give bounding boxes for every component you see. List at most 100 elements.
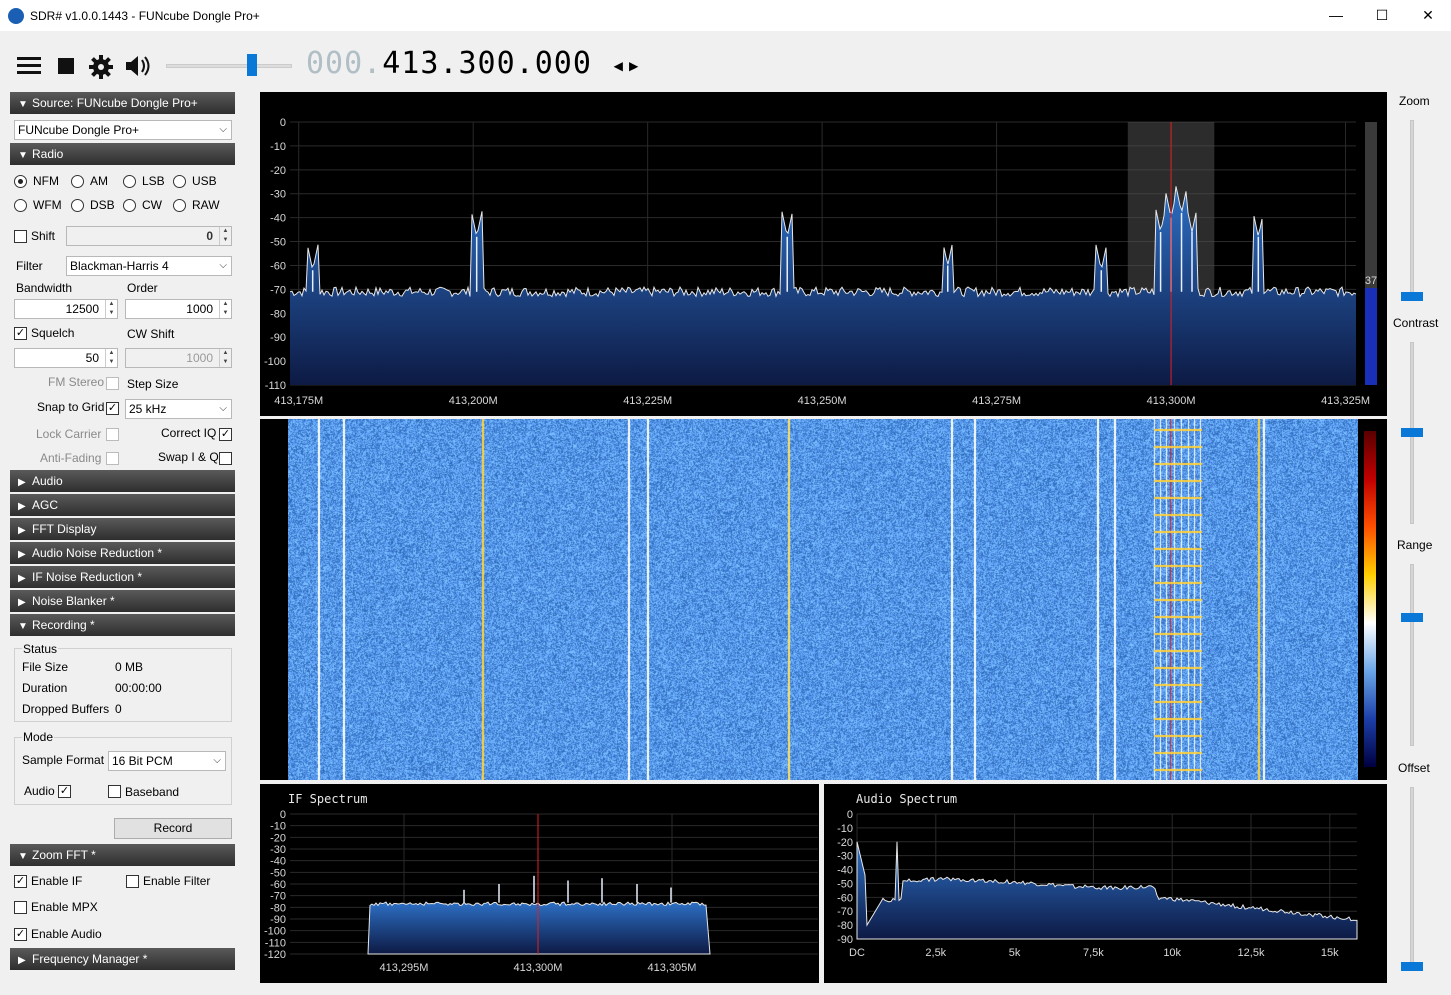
filter-select[interactable]: Blackman-Harris 4 ⌵	[66, 256, 232, 276]
squelch-input[interactable]: 50 ▲ ▼	[14, 348, 118, 368]
y-tick-label: -90	[270, 914, 286, 926]
fm-stereo-checkbox[interactable]	[106, 377, 119, 390]
x-tick-label: 413,305M	[648, 962, 697, 974]
order-input[interactable]: 1000 ▲ ▼	[125, 299, 232, 319]
mode-radio-nfm[interactable]	[14, 175, 27, 188]
source-device-select[interactable]: FUNcube Dongle Pro+ ⌵	[14, 120, 232, 140]
stop-icon[interactable]	[56, 54, 78, 78]
if-spectrum-title: IF Spectrum	[288, 792, 367, 806]
x-tick-label: 15k	[1321, 947, 1339, 959]
volume-slider-thumb[interactable]	[247, 54, 257, 76]
x-tick-label: 413,275M	[972, 395, 1021, 407]
y-tick-label: -100	[264, 356, 286, 368]
radio-header[interactable]: ▼ Radio	[10, 143, 235, 165]
offset-slider-thumb[interactable]	[1401, 962, 1423, 971]
if-spectrum-panel[interactable]: IF Spectrum 0 -10 -20 -30 -40 -50 -60 -70 -80 -90-…	[260, 784, 819, 983]
step-size-label: Step Size	[127, 377, 179, 391]
waterfall-panel[interactable]	[260, 419, 1387, 780]
sample-format-select[interactable]: 16 Bit PCM ⌵	[108, 751, 226, 771]
frequency-manager-header[interactable]: ▶ Frequency Manager *	[10, 948, 235, 970]
x-tick-label: 413,295M	[380, 962, 429, 974]
main-spectrum-panel[interactable]: 0 -10 -20 -30 -40 -50 -60 -70 -80 -90 -100 -110 413,…	[260, 92, 1387, 416]
maximize-button[interactable]: ☐	[1359, 0, 1405, 31]
record-button[interactable]: Record	[114, 818, 232, 839]
y-tick-label: -40	[270, 856, 286, 868]
menu-icon[interactable]	[16, 54, 42, 78]
x-tick-label: 413,300M	[514, 962, 563, 974]
source-header[interactable]: ▼ Source: FUNcube Dongle Pro+	[10, 92, 235, 114]
offset-slider[interactable]	[1410, 787, 1414, 971]
section-header-fft-display[interactable]: ▶ FFT Display	[10, 518, 235, 540]
section-header-agc[interactable]: ▶ AGC	[10, 494, 235, 516]
anti-fading-checkbox[interactable]	[106, 452, 119, 465]
recording-header[interactable]: ▼ Recording *	[10, 614, 235, 636]
mode-label-wfm: WFM	[33, 198, 62, 212]
speaker-icon[interactable]	[124, 54, 152, 78]
frequency-value[interactable]: 413.300.000	[382, 46, 592, 81]
mode-label-usb: USB	[192, 174, 217, 188]
mode-label-lsb: LSB	[142, 174, 165, 188]
mode-radio-am[interactable]	[71, 175, 84, 188]
mode-label-cw: CW	[142, 198, 162, 212]
enable-if-checkbox[interactable]: ✓	[14, 875, 27, 888]
if-spectrum-chart[interactable]: IF Spectrum0-10-20-30-40-50-60-70-80-90-…	[260, 784, 819, 983]
order-label: Order	[127, 281, 158, 295]
enable-audio-checkbox[interactable]: ✓	[14, 928, 27, 941]
waterfall-display[interactable]	[288, 419, 1358, 780]
x-tick-label: 413,300M	[1147, 395, 1196, 407]
range-slider[interactable]	[1410, 564, 1414, 746]
close-button[interactable]: ✕	[1405, 0, 1451, 31]
zoom-slider-thumb[interactable]	[1401, 292, 1423, 301]
audio-spectrum-panel[interactable]: Audio Spectrum 0 -10 -20 -30 -40 -50 -60 -70 -80 -…	[824, 784, 1387, 983]
x-tick-label: 2,5k	[925, 947, 946, 959]
minimize-button[interactable]: —	[1313, 0, 1359, 31]
enable-filter-checkbox[interactable]	[126, 875, 139, 888]
y-tick-label: -90	[837, 934, 853, 946]
mode-radio-raw[interactable]	[173, 199, 186, 212]
enable-mpx-checkbox[interactable]	[14, 901, 27, 914]
section-header-audio[interactable]: ▶ Audio	[10, 470, 235, 492]
mode-radio-usb[interactable]	[173, 175, 186, 188]
x-tick-label: 7,5k	[1083, 947, 1104, 959]
audio-spectrum-title: Audio Spectrum	[856, 792, 957, 806]
dropped-buffers-label: Dropped Buffers	[22, 702, 110, 716]
swap-iq-checkbox[interactable]	[219, 452, 232, 465]
tune-arrows-icon[interactable]: ◂▸	[611, 51, 642, 79]
enable-audio-label: Enable Audio	[31, 927, 102, 941]
mode-radio-wfm[interactable]	[14, 199, 27, 212]
main-spectrum-chart[interactable]: 0 -10 -20 -30 -40 -50 -60 -70 -80 -90 -100 -110 413,…	[260, 92, 1387, 416]
shift-checkbox[interactable]	[14, 230, 27, 243]
squelch-checkbox[interactable]: ✓	[14, 327, 27, 340]
cw-shift-input[interactable]: 1000 ▲ ▼	[125, 348, 232, 368]
mode-radio-cw[interactable]	[123, 199, 136, 212]
section-header-audio-noise-reduction[interactable]: ▶ Audio Noise Reduction *	[10, 542, 235, 564]
snap-to-grid-checkbox[interactable]: ✓	[106, 402, 119, 415]
volume-slider[interactable]	[166, 64, 292, 68]
correct-iq-checkbox[interactable]: ✓	[219, 428, 232, 441]
range-label: Range	[1397, 538, 1433, 552]
y-tick-label: -20	[270, 165, 286, 177]
baseband-checkbox[interactable]	[108, 785, 121, 798]
filter-label: Filter	[16, 259, 43, 273]
frequency-display[interactable]: 000.413.300.000 ◂▸	[306, 46, 642, 81]
bandwidth-input[interactable]: 12500 ▲ ▼	[14, 299, 118, 319]
shift-input[interactable]: 0 ▲ ▼	[66, 226, 232, 246]
zoom-fft-header[interactable]: ▼ Zoom FFT *	[10, 844, 235, 866]
audio-record-checkbox[interactable]: ✓	[58, 785, 71, 798]
lock-carrier-checkbox[interactable]	[106, 428, 119, 441]
audio-spectrum-chart[interactable]: Audio Spectrum0 -10 -20 -30 -40-50 -60 -70 -80 -…	[824, 784, 1387, 983]
section-header-if-noise-reduction[interactable]: ▶ IF Noise Reduction *	[10, 566, 235, 588]
mode-radio-lsb[interactable]	[123, 175, 136, 188]
range-slider-thumb[interactable]	[1401, 613, 1423, 622]
x-tick-label: 5k	[1009, 947, 1021, 959]
gear-icon[interactable]	[88, 54, 114, 80]
step-size-select[interactable]: 25 kHz ⌵	[125, 399, 232, 419]
dropped-buffers-value: 0	[115, 702, 122, 716]
zoom-slider[interactable]	[1410, 120, 1414, 300]
contrast-slider-thumb[interactable]	[1401, 428, 1423, 437]
y-tick-label: -30	[270, 189, 286, 201]
mode-radio-dsb[interactable]	[71, 199, 84, 212]
frequency-prefix: 000.	[306, 46, 383, 81]
section-header-noise-blanker[interactable]: ▶ Noise Blanker *	[10, 590, 235, 612]
enable-if-label: Enable IF	[31, 874, 83, 888]
